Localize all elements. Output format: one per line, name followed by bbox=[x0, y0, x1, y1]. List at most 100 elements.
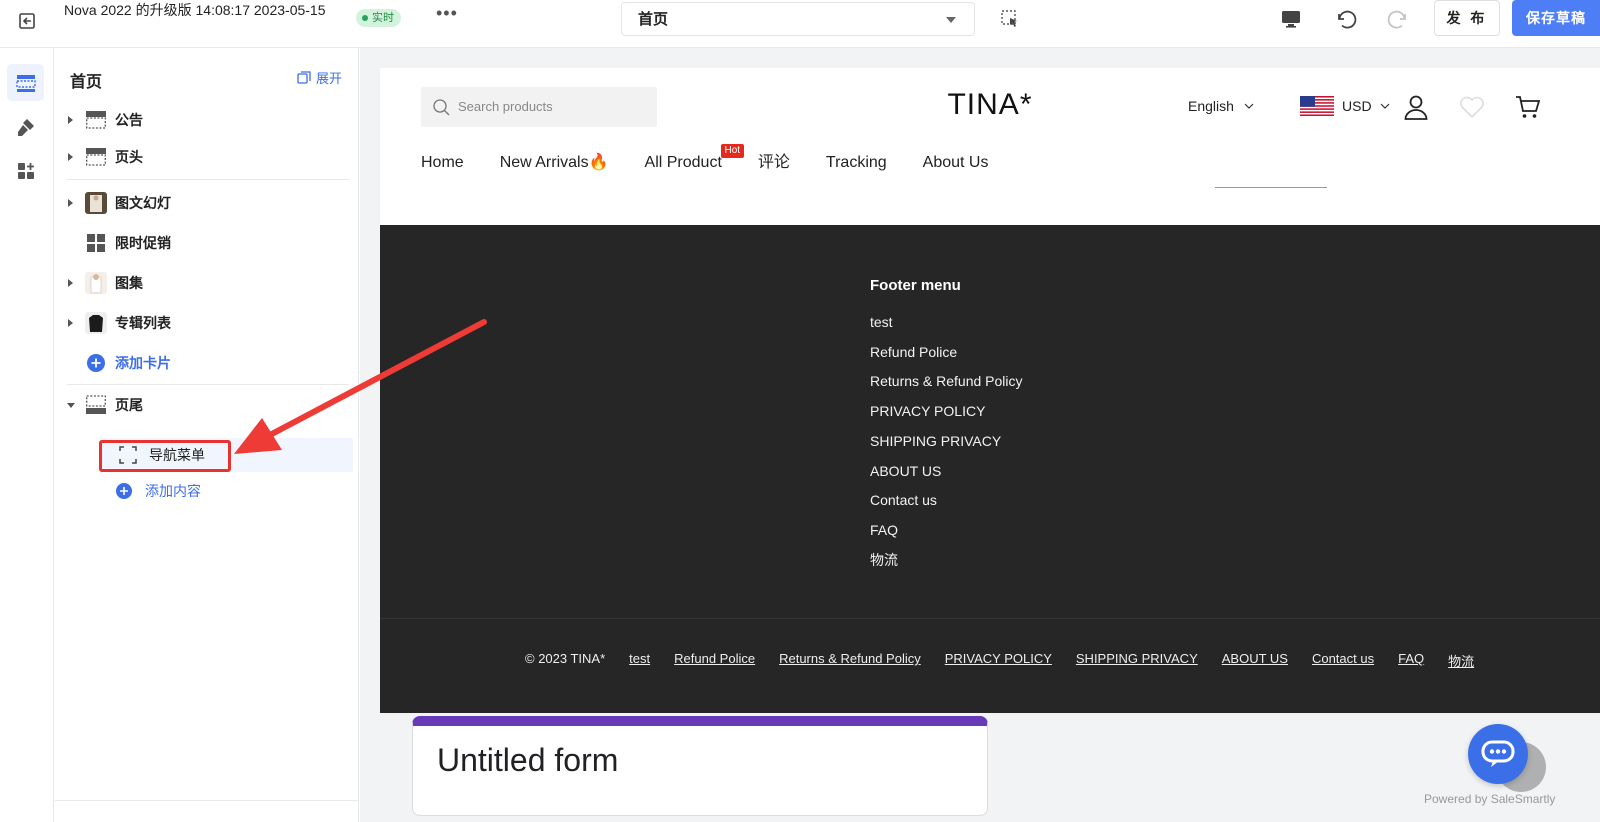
expand-icon bbox=[297, 70, 311, 84]
nav-item-label: All Product bbox=[644, 154, 722, 171]
footer-link[interactable]: PRIVACY POLICY bbox=[870, 397, 1023, 427]
tree-item-label: 页头 bbox=[115, 149, 143, 165]
nav-item-all-product[interactable]: All Product Hot bbox=[644, 144, 745, 176]
cart-icon[interactable] bbox=[1514, 93, 1542, 121]
desktop-preview-icon[interactable] bbox=[1278, 6, 1304, 32]
tree-item-flash-sale[interactable]: 限时促销 bbox=[55, 225, 359, 261]
save-draft-button[interactable]: 保存草稿 bbox=[1512, 0, 1600, 36]
footer-bottom-link[interactable]: Returns & Refund Policy bbox=[779, 651, 921, 670]
redo-icon[interactable] bbox=[1386, 6, 1412, 32]
panel-bottom-bar bbox=[55, 800, 359, 822]
copyright-text: © 2023 TINA* bbox=[525, 651, 606, 666]
header-underline bbox=[1215, 187, 1327, 188]
rail-theme-icon[interactable] bbox=[7, 108, 44, 145]
footer-link[interactable]: FAQ bbox=[870, 516, 1023, 546]
search-input[interactable]: Search products bbox=[421, 87, 657, 127]
add-card-label: 添加卡片 bbox=[115, 355, 171, 371]
grid-icon bbox=[85, 232, 107, 254]
store-logo[interactable]: TINA* bbox=[910, 88, 1070, 122]
live-dot-icon bbox=[362, 15, 368, 21]
tree-item-announcement[interactable]: 公告 bbox=[55, 102, 359, 138]
add-content-button[interactable]: 添加内容 bbox=[115, 476, 201, 506]
search-icon bbox=[433, 99, 450, 116]
tree-item-slideshow[interactable]: 图文幻灯 bbox=[55, 185, 359, 221]
footer-link[interactable]: SHIPPING PRIVACY bbox=[870, 427, 1023, 457]
footer-bottom-link[interactable]: SHIPPING PRIVACY bbox=[1076, 651, 1198, 670]
form-title: Untitled form bbox=[437, 742, 619, 778]
live-label: 实时 bbox=[372, 12, 394, 24]
footer-bottom-link[interactable]: ABOUT US bbox=[1222, 651, 1288, 670]
footer-bottom-link[interactable]: PRIVACY POLICY bbox=[945, 651, 1052, 670]
panel-title: 首页 bbox=[70, 74, 103, 91]
publish-button[interactable]: 发 布 bbox=[1434, 0, 1500, 36]
account-icon[interactable] bbox=[1402, 93, 1430, 121]
tree-item-footer[interactable]: 页尾 bbox=[55, 387, 359, 423]
document-title: Nova 2022 的升级版 14:08:17 2023-05-15 bbox=[64, 2, 326, 18]
tree-item-label: 公告 bbox=[115, 112, 143, 128]
store-footer: Footer menu test Refund Police Returns &… bbox=[380, 225, 1600, 713]
footer-link[interactable]: 物流 bbox=[870, 546, 1023, 576]
footer-link[interactable]: Contact us bbox=[870, 486, 1023, 516]
tree-item-label: 图文幻灯 bbox=[115, 195, 171, 211]
sections-panel: 首页 展开 公告 页头 图文幻灯 限时促销 图集 专辑列表 添加卡片 页尾 bbox=[55, 48, 359, 822]
embedded-form-card: Untitled form bbox=[412, 716, 988, 816]
search-placeholder: Search products bbox=[458, 99, 553, 114]
element-select-icon[interactable] bbox=[1000, 9, 1020, 29]
caret-right-icon[interactable] bbox=[68, 116, 73, 124]
caret-right-icon[interactable] bbox=[68, 153, 73, 161]
footer-section-icon bbox=[85, 394, 107, 416]
store-header: Search products TINA* English USD Home N… bbox=[380, 68, 1600, 225]
footer-menu-heading: Footer menu bbox=[870, 277, 961, 294]
caret-right-icon[interactable] bbox=[68, 199, 73, 207]
chevron-down-icon bbox=[1380, 103, 1389, 109]
footer-bottom-link[interactable]: test bbox=[629, 651, 650, 670]
header-section-icon bbox=[85, 146, 107, 168]
chat-widget-button[interactable] bbox=[1468, 724, 1528, 784]
rail-sections-icon[interactable] bbox=[7, 64, 44, 101]
caret-right-icon[interactable] bbox=[68, 319, 73, 327]
currency-select[interactable]: USD bbox=[1300, 96, 1390, 116]
panel-divider bbox=[67, 179, 349, 180]
footer-link[interactable]: test bbox=[870, 308, 1023, 338]
footer-link[interactable]: ABOUT US bbox=[870, 457, 1023, 487]
wishlist-heart-icon[interactable] bbox=[1458, 93, 1486, 121]
footer-bottom-link[interactable]: FAQ bbox=[1398, 651, 1424, 670]
footer-link[interactable]: Refund Police bbox=[870, 338, 1023, 368]
footer-link[interactable]: Returns & Refund Policy bbox=[870, 367, 1023, 397]
currency-label: USD bbox=[1342, 98, 1372, 114]
footer-menu: Footer menu test Refund Police Returns &… bbox=[870, 277, 1023, 575]
tree-item-label: 限时促销 bbox=[115, 235, 171, 251]
tree-item-label: 页尾 bbox=[115, 397, 143, 413]
footer-bottom-link[interactable]: 物流 bbox=[1448, 651, 1474, 670]
page-select[interactable]: 首页 bbox=[621, 2, 975, 36]
tree-item-album-list[interactable]: 专辑列表 bbox=[55, 305, 359, 341]
more-options-button[interactable]: ••• bbox=[436, 4, 458, 28]
expand-button[interactable]: 展开 bbox=[297, 68, 342, 87]
footer-bottom-link[interactable]: Refund Police bbox=[674, 651, 755, 670]
nav-item-about-us[interactable]: About Us bbox=[923, 150, 989, 176]
plus-circle-icon bbox=[85, 352, 107, 374]
nav-item-home[interactable]: Home bbox=[421, 150, 464, 176]
chevron-down-icon bbox=[1244, 103, 1254, 109]
tree-item-gallery[interactable]: 图集 bbox=[55, 265, 359, 301]
preview-canvas: Search products TINA* English USD Home N… bbox=[360, 48, 1600, 822]
undo-icon[interactable] bbox=[1332, 6, 1358, 32]
nav-item-reviews[interactable]: 评论 bbox=[758, 150, 790, 176]
exit-icon[interactable] bbox=[15, 8, 41, 34]
nav-item-tracking[interactable]: Tracking bbox=[826, 150, 887, 176]
caret-down-icon[interactable] bbox=[67, 403, 75, 408]
add-content-label: 添加内容 bbox=[145, 483, 201, 499]
add-card-button[interactable]: 添加卡片 bbox=[55, 345, 359, 381]
gallery-thumbnail bbox=[85, 272, 107, 294]
selection-highlight-box bbox=[99, 440, 231, 472]
nav-item-new-arrivals[interactable]: New Arrivals🔥 bbox=[500, 150, 609, 176]
footer-separator bbox=[380, 618, 1600, 619]
footer-bottom-links: © 2023 TINA* test Refund Police Returns … bbox=[525, 651, 1474, 670]
footer-bottom-link[interactable]: Contact us bbox=[1312, 651, 1374, 670]
tree-item-header[interactable]: 页头 bbox=[55, 139, 359, 175]
live-status-badge: 实时 bbox=[356, 9, 401, 27]
caret-right-icon[interactable] bbox=[68, 279, 73, 287]
top-bar: Nova 2022 的升级版 14:08:17 2023-05-15 实时 ••… bbox=[0, 0, 1600, 48]
rail-apps-icon[interactable] bbox=[7, 152, 44, 189]
language-select[interactable]: English bbox=[1188, 98, 1254, 114]
